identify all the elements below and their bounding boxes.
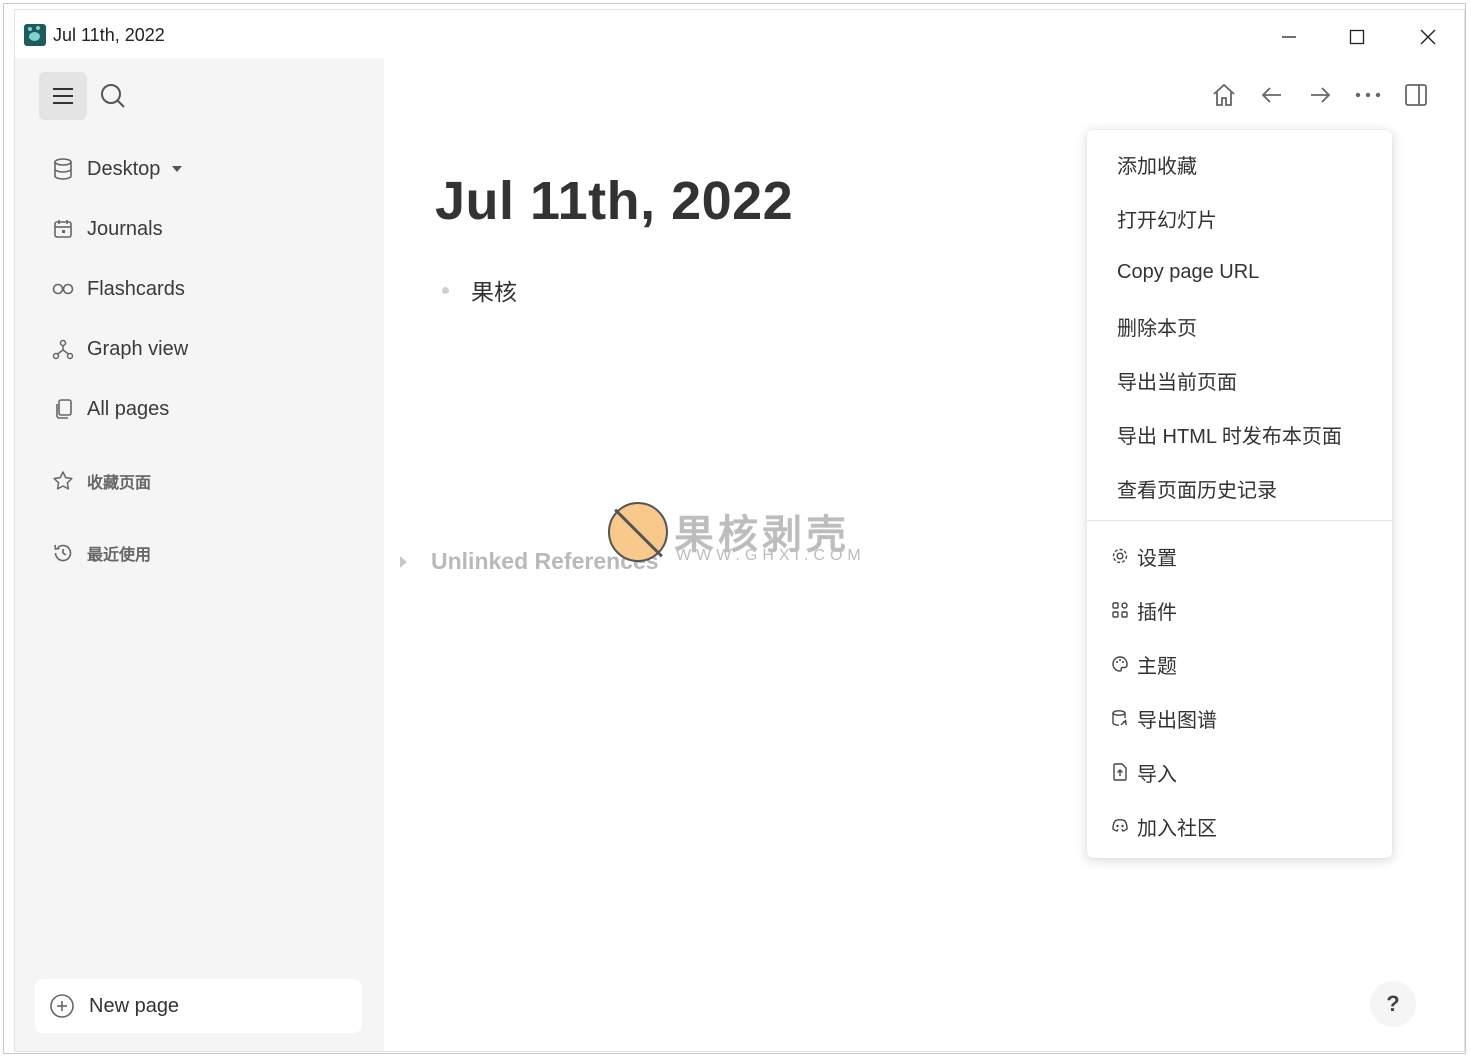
- menu-item-copy-page-url[interactable]: Copy page URL: [1117, 254, 1259, 290]
- database-icon: [51, 157, 75, 181]
- star-icon: [51, 469, 75, 493]
- title-bar: Jul 11th, 2022: [15, 10, 1464, 58]
- sidebar-item-label: Journals: [87, 217, 163, 240]
- menu-item-add-favorite[interactable]: 添加收藏: [1117, 146, 1197, 182]
- sidebar-item-desktop[interactable]: Desktop: [39, 149, 339, 189]
- forward-button[interactable]: [1303, 78, 1337, 112]
- toggle-right-sidebar-button[interactable]: [1399, 78, 1433, 112]
- menu-item-publish-html[interactable]: 导出 HTML 时发布本页面: [1117, 416, 1342, 452]
- sidebar-recent-header[interactable]: 最近使用: [39, 533, 339, 573]
- pages-icon: [51, 397, 75, 421]
- unlinked-references-toggle[interactable]: Unlinked References: [400, 548, 659, 575]
- chevron-down-icon[interactable]: [172, 166, 183, 172]
- app-window: Jul 11th, 2022 Desktop Journals Flashcar…: [14, 9, 1465, 1052]
- page-options-menu: 添加收藏 打开幻灯片 Copy page URL 删除本页 导出当前页面 导出 …: [1087, 130, 1392, 858]
- unlinked-references-label: Unlinked References: [431, 548, 659, 574]
- watermark-url: WWW.GHXI.COM: [676, 547, 866, 564]
- sidebar-item-journals[interactable]: Journals: [39, 209, 339, 249]
- chevron-right-icon: [400, 555, 407, 568]
- back-button[interactable]: [1255, 78, 1289, 112]
- import-icon: [1111, 763, 1129, 781]
- sidebar-item-all-pages[interactable]: All pages: [39, 389, 339, 429]
- history-icon: [51, 541, 75, 565]
- help-button[interactable]: ?: [1370, 981, 1416, 1027]
- menu-divider: [1087, 520, 1392, 521]
- close-button[interactable]: [1413, 22, 1443, 52]
- left-sidebar: Desktop Journals Flashcards Graph view A…: [15, 58, 384, 1051]
- sidebar-favorites-header[interactable]: 收藏页面: [39, 461, 339, 501]
- menu-item-export-graph[interactable]: 导出图谱: [1111, 700, 1217, 736]
- menu-item-label: 导入: [1137, 763, 1177, 786]
- block[interactable]: 果核: [442, 273, 517, 307]
- favorites-label: 收藏页面: [87, 475, 152, 492]
- block-text[interactable]: 果核: [471, 273, 517, 307]
- sidebar-item-label: Flashcards: [87, 277, 185, 300]
- watermark-text: 果核剥壳: [674, 513, 850, 557]
- hamburger-icon: [53, 88, 73, 104]
- menu-item-label: 导出图谱: [1137, 709, 1217, 732]
- menu-item-label: 插件: [1137, 601, 1177, 624]
- home-icon: [1213, 83, 1235, 106]
- palette-icon: [1111, 655, 1129, 673]
- menu-item-label: 设置: [1137, 547, 1177, 570]
- minimize-button[interactable]: [1274, 22, 1304, 52]
- menu-item-settings[interactable]: 设置: [1111, 538, 1177, 574]
- menu-item-join-community[interactable]: 加入社区: [1111, 808, 1217, 844]
- right-sidebar-icon: [1405, 84, 1427, 106]
- page-title[interactable]: Jul 11th, 2022: [435, 170, 793, 232]
- sidebar-item-label: Desktop: [87, 157, 161, 180]
- recent-label: 最近使用: [87, 547, 152, 564]
- plugins-icon: [1111, 601, 1129, 619]
- gear-icon: [1111, 547, 1129, 565]
- more-dots-icon: [1355, 92, 1381, 98]
- infinity-icon: [51, 277, 75, 301]
- menu-item-plugins[interactable]: 插件: [1111, 592, 1177, 628]
- menu-item-import[interactable]: 导入: [1111, 754, 1177, 790]
- help-label: ?: [1386, 991, 1400, 1016]
- sidebar-item-flashcards[interactable]: Flashcards: [39, 269, 339, 309]
- sidebar-item-graph-view[interactable]: Graph view: [39, 329, 339, 369]
- bullet-icon[interactable]: [442, 286, 449, 294]
- menu-item-open-slideshow[interactable]: 打开幻灯片: [1117, 200, 1217, 236]
- app-logo-icon: [24, 24, 46, 46]
- discord-icon: [1111, 817, 1129, 835]
- home-button[interactable]: [1207, 78, 1241, 112]
- search-button[interactable]: [95, 78, 131, 114]
- menu-item-page-history[interactable]: 查看页面历史记录: [1117, 470, 1277, 506]
- plus-circle-icon: [49, 993, 75, 1019]
- window-title: Jul 11th, 2022: [53, 25, 165, 45]
- new-page-button[interactable]: New page: [35, 979, 362, 1033]
- menu-item-themes[interactable]: 主题: [1111, 646, 1177, 682]
- menu-toggle-button[interactable]: [39, 72, 87, 120]
- more-options-button[interactable]: [1351, 78, 1385, 112]
- menu-item-export-page[interactable]: 导出当前页面: [1117, 362, 1237, 398]
- graph-icon: [51, 337, 75, 361]
- window-frame: Jul 11th, 2022 Desktop Journals Flashcar…: [3, 3, 1466, 1054]
- menu-item-label: 主题: [1137, 655, 1177, 678]
- arrow-left-icon: [1261, 87, 1281, 103]
- search-icon: [101, 84, 125, 108]
- menu-item-label: 加入社区: [1137, 817, 1217, 840]
- menu-item-delete-page[interactable]: 删除本页: [1117, 308, 1197, 344]
- maximize-button[interactable]: [1342, 22, 1372, 52]
- sidebar-item-label: Graph view: [87, 337, 189, 360]
- arrow-right-icon: [1311, 87, 1331, 103]
- calendar-icon: [51, 217, 75, 241]
- export-graph-icon: [1111, 709, 1129, 727]
- new-page-label: New page: [89, 994, 180, 1017]
- sidebar-item-label: All pages: [87, 397, 170, 420]
